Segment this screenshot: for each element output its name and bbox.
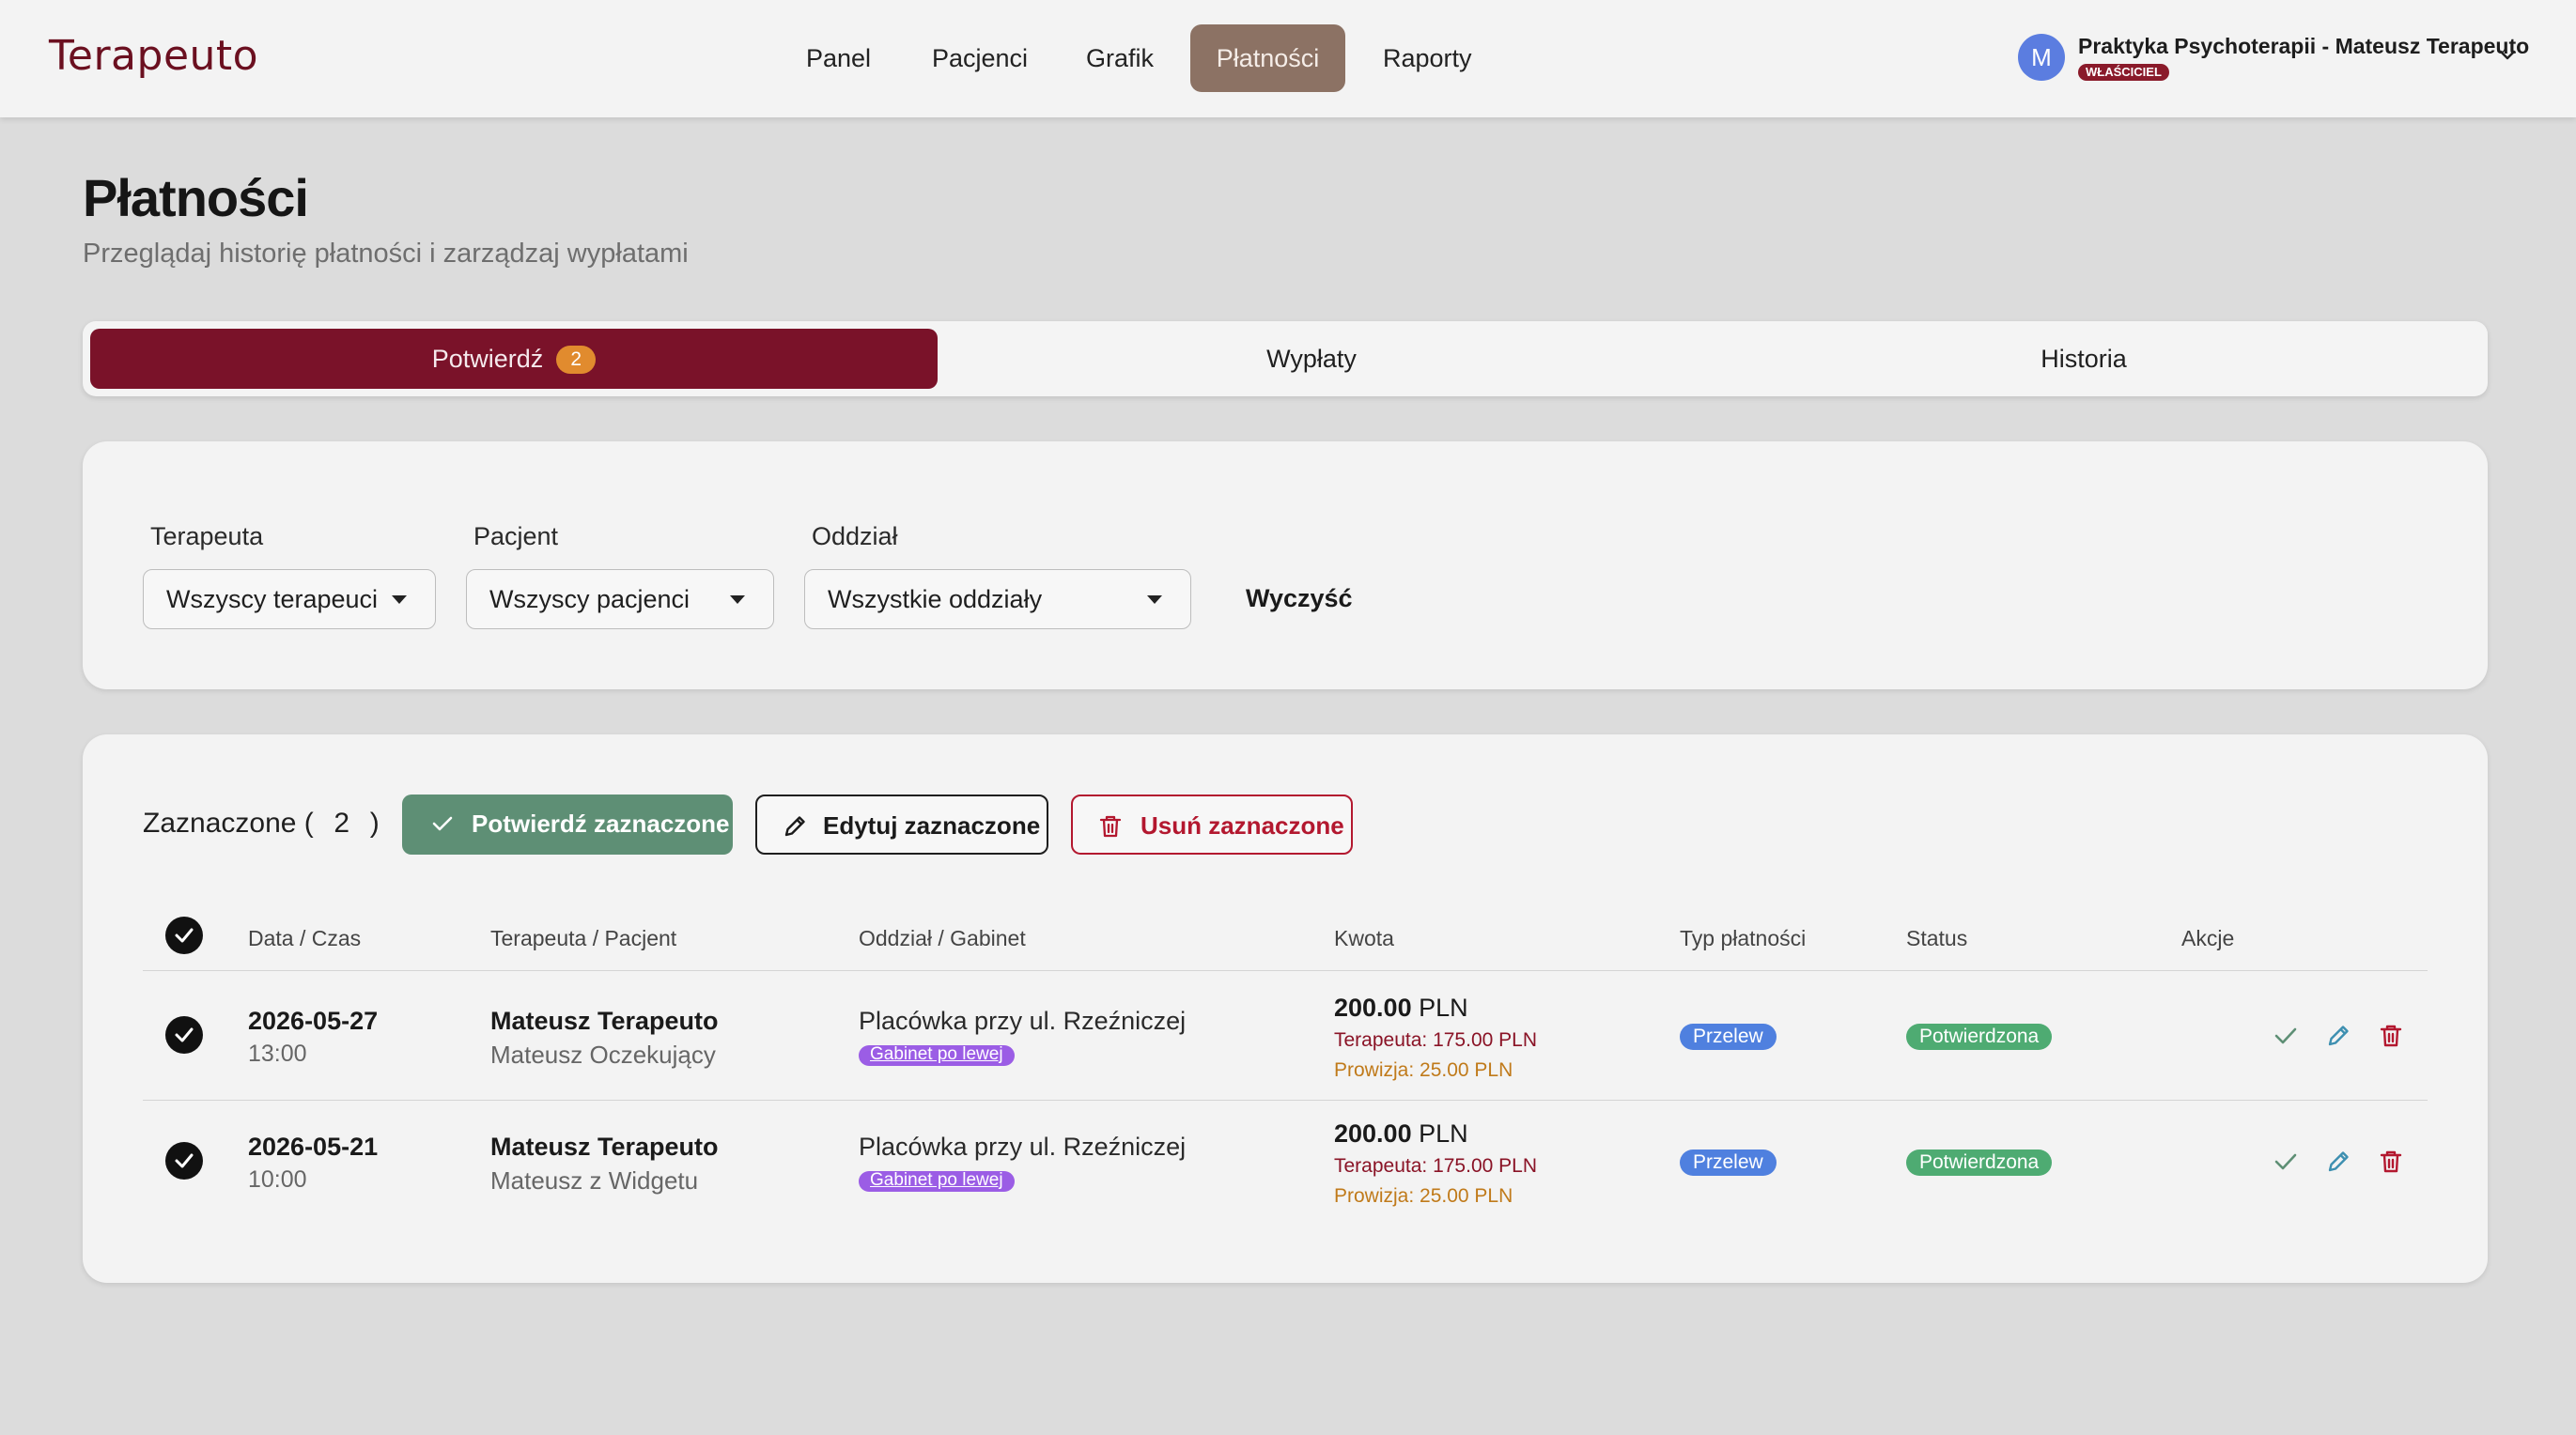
edit-row-pencil-icon[interactable] — [2324, 1148, 2352, 1176]
tab-wyplaty[interactable]: Wypłaty — [945, 329, 1678, 389]
caret-down-icon — [392, 595, 407, 604]
tab-count-badge: 2 — [556, 346, 597, 374]
room-badge: Gabinet po lewej — [859, 1171, 1015, 1192]
trash-icon — [1099, 815, 1122, 838]
pencil-icon — [784, 816, 805, 837]
check-icon — [432, 816, 453, 831]
row-therapist-share: Terapeuta: 175.00 PLN — [1334, 1155, 1537, 1177]
table-header: Data / Czas Terapeuta / Pacjent Oddział … — [143, 903, 2428, 971]
delete-row-trash-icon[interactable] — [2377, 1022, 2405, 1050]
select-all-checkbox[interactable] — [165, 917, 203, 954]
col-date: Data / Czas — [248, 926, 362, 950]
row-checkbox[interactable] — [165, 1016, 203, 1054]
status-badge: Potwierdzona — [1906, 1150, 2053, 1176]
selected-count: Zaznaczone ( 2) — [143, 808, 380, 840]
col-amount: Kwota — [1334, 926, 1394, 950]
check-icon — [175, 928, 194, 943]
selected-count-suffix: ) — [369, 808, 380, 839]
patient-select[interactable]: Wszyscy pacjenci — [466, 569, 774, 629]
page-title: Płatności — [83, 168, 309, 227]
table-row: 2026-05-27 13:00 Mateusz Terapeuto Mateu… — [143, 975, 2428, 1101]
branch-select[interactable]: Wszystkie oddziały — [804, 569, 1191, 629]
col-therapist-patient: Terapeuta / Pacjent — [490, 926, 677, 950]
selected-count-prefix: Zaznaczone ( — [143, 808, 314, 839]
row-amount-value: 200.00 — [1334, 1119, 1412, 1148]
delete-row-trash-icon[interactable] — [2377, 1148, 2405, 1176]
row-therapist: Mateusz Terapeuto — [490, 1007, 719, 1035]
confirm-row-check-icon[interactable] — [2272, 1022, 2300, 1050]
confirm-selected-button[interactable]: Potwierdź zaznaczone — [402, 795, 733, 855]
row-therapist: Mateusz Terapeuto — [490, 1133, 719, 1161]
col-payment-type: Typ płatności — [1680, 926, 1807, 950]
branch-select-value: Wszystkie oddziały — [828, 585, 1043, 613]
selected-count-number: 2 — [334, 808, 350, 839]
table-row: 2026-05-21 10:00 Mateusz Terapeuto Mateu… — [143, 1101, 2428, 1227]
tab-potwierdz[interactable]: Potwierdź 2 — [90, 329, 938, 389]
row-time: 10:00 — [248, 1166, 307, 1193]
row-branch: Placówka przy ul. Rzeźniczej — [859, 1133, 1187, 1161]
col-branch-room: Oddział / Gabinet — [859, 926, 1026, 950]
therapist-select-value: Wszyscy terapeuci — [166, 585, 379, 613]
edit-selected-button[interactable]: Edytuj zaznaczone — [755, 795, 1048, 855]
delete-selected-button[interactable]: Usuń zaznaczone — [1071, 795, 1353, 855]
row-branch: Placówka przy ul. Rzeźniczej — [859, 1007, 1187, 1035]
row-date: 2026-05-27 — [248, 1007, 379, 1035]
row-checkbox[interactable] — [165, 1142, 203, 1180]
row-commission: Prowizja: 25.00 PLN — [1334, 1185, 1513, 1207]
role-badge: WŁAŚCICIEL — [2078, 64, 2169, 81]
check-icon — [175, 1027, 194, 1042]
nav-item-panel[interactable]: Panel — [776, 24, 901, 92]
status-badge: Potwierdzona — [1906, 1024, 2053, 1050]
edit-selected-label: Edytuj zaznaczone — [823, 811, 1041, 840]
payments-card: Zaznaczone ( 2) Potwierdź zaznaczone Edyt… — [83, 734, 2488, 1283]
row-time: 13:00 — [248, 1041, 307, 1067]
confirm-row-check-icon[interactable] — [2272, 1148, 2300, 1176]
tab-historia[interactable]: Historia — [1717, 329, 2450, 389]
col-actions: Akcje — [2181, 926, 2235, 950]
nav-item-platnosci[interactable]: Płatności — [1190, 24, 1345, 92]
filter-branch-label: Oddział — [812, 522, 898, 550]
caret-down-icon — [730, 595, 745, 604]
caret-down-icon — [1147, 595, 1162, 604]
row-date: 2026-05-21 — [248, 1133, 379, 1161]
row-therapist-share: Terapeuta: 175.00 PLN — [1334, 1029, 1537, 1051]
payment-type-badge: Przelew — [1680, 1024, 1777, 1050]
row-amount: 200.00 PLN — [1334, 1119, 1468, 1149]
therapist-select[interactable]: Wszyscy terapeuci — [143, 569, 436, 629]
filters-card: Terapeuta Wszyscy terapeuci Pacjent Wszy… — [83, 441, 2488, 689]
user-name: Praktyka Psychoterapii - Mateusz Terapeu… — [2078, 34, 2530, 58]
filter-therapist-label: Terapeuta — [150, 522, 264, 550]
filter-patient-label: Pacjent — [473, 522, 559, 550]
confirm-selected-label: Potwierdź zaznaczone — [472, 810, 730, 838]
check-icon — [175, 1153, 194, 1168]
col-status: Status — [1906, 926, 1968, 950]
tab-label: Potwierdź — [431, 345, 544, 373]
page-subtitle: Przeglądaj historię płatności i zarządza… — [83, 239, 689, 269]
payment-tabs: Potwierdź 2 Wypłaty Historia — [83, 321, 2488, 396]
row-patient: Mateusz z Widgetu — [490, 1166, 699, 1195]
row-amount-currency: PLN — [1419, 994, 1468, 1022]
clear-filters-button[interactable]: Wyczyść — [1246, 584, 1353, 613]
patient-select-value: Wszyscy pacjenci — [489, 585, 691, 613]
room-badge: Gabinet po lewej — [859, 1045, 1015, 1066]
payment-type-badge: Przelew — [1680, 1150, 1777, 1176]
delete-selected-label: Usuń zaznaczone — [1141, 811, 1344, 840]
row-amount: 200.00 PLN — [1334, 994, 1468, 1023]
nav-item-pacjenci[interactable]: Pacjenci — [902, 24, 1058, 92]
app-logo[interactable]: Terapeuto — [49, 32, 258, 80]
row-commission: Prowizja: 25.00 PLN — [1334, 1059, 1513, 1081]
avatar: M — [2018, 34, 2065, 81]
row-amount-value: 200.00 — [1334, 994, 1412, 1022]
row-patient: Mateusz Oczekujący — [490, 1041, 716, 1069]
edit-row-pencil-icon[interactable] — [2324, 1022, 2352, 1050]
row-amount-currency: PLN — [1419, 1119, 1468, 1148]
chevron-down-icon[interactable] — [2499, 47, 2516, 64]
nav-item-raporty[interactable]: Raporty — [1353, 24, 1502, 92]
top-navbar: Terapeuto Panel Pacjenci Grafik Płatnośc… — [0, 0, 2576, 117]
nav-item-grafik[interactable]: Grafik — [1056, 24, 1184, 92]
